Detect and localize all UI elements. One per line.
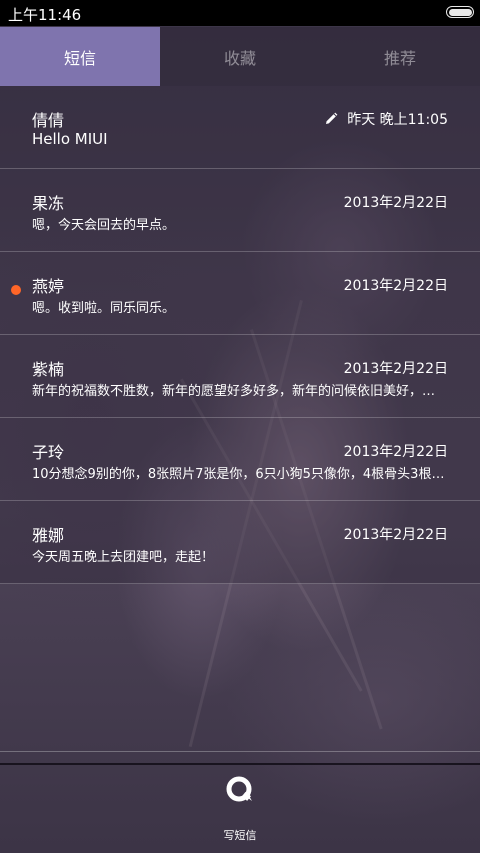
tab-favorites[interactable]: 收藏 (160, 27, 320, 86)
message-preview: 新年的祝福数不胜数，新年的愿望好多好多，新年的问候依旧美好，新年的 (32, 384, 448, 399)
tab-recommended[interactable]: 推荐 (320, 27, 480, 86)
compose-button[interactable]: 写短信 (190, 768, 290, 848)
battery-icon (446, 6, 474, 18)
contact-name: 倩倩 (32, 111, 65, 130)
contact-name: 燕婷 (32, 277, 65, 296)
message-item-ziling[interactable]: 子玲 2013年2月22日 10分想念9别的你，8张照片7张是你，6只小狗5只像… (0, 418, 480, 501)
message-item-guodong[interactable]: 果冻 2013年2月22日 嗯，今天会回去的早点。 (0, 169, 480, 252)
message-list: 倩倩 昨天 晚上11:05 Hello MIUI 果冻 2013年2月22日 嗯… (0, 86, 480, 584)
bottom-divider (0, 751, 480, 752)
message-preview: Hello MIUI (32, 130, 108, 148)
message-item-yanting[interactable]: 燕婷 2013年2月22日 嗯。收到啦。同乐同乐。 (0, 252, 480, 335)
compose-label: 写短信 (223, 829, 257, 842)
battery-fill (448, 8, 472, 16)
compose-message-icon (226, 776, 252, 802)
status-bar: 上午11:46 (0, 0, 480, 26)
message-preview: 嗯。收到啦。同乐同乐。 (32, 301, 176, 316)
message-time: 2013年2月22日 (343, 444, 448, 460)
message-preview: 今天周五晚上去团建吧，走起！ (32, 550, 215, 565)
message-item-zinan[interactable]: 紫楠 2013年2月22日 新年的祝福数不胜数，新年的愿望好多好多，新年的问候依… (0, 335, 480, 418)
contact-name: 子玲 (32, 443, 65, 462)
message-time: 2013年2月22日 (343, 527, 448, 543)
bottom-bar-edge (0, 763, 480, 765)
message-time-text: 昨天 晚上11:05 (347, 112, 448, 128)
message-time: 2013年2月22日 (343, 361, 448, 377)
contact-name: 紫楠 (32, 360, 65, 379)
message-item-qianqian[interactable]: 倩倩 昨天 晚上11:05 Hello MIUI (0, 86, 480, 169)
message-time: 2013年2月22日 (343, 278, 448, 294)
unread-indicator (11, 285, 21, 295)
message-item-yana[interactable]: 雅娜 2013年2月22日 今天周五晚上去团建吧，走起！ (0, 501, 480, 584)
message-preview: 10分想念9别的你，8张照片7张是你，6只小狗5只像你，4根骨头3根给你，2 (32, 467, 448, 482)
message-time: 2013年2月22日 (343, 195, 448, 211)
tab-sms[interactable]: 短信 (0, 27, 160, 86)
tab-bar: 短信 收藏 推荐 (0, 27, 480, 86)
message-preview: 嗯，今天会回去的早点。 (32, 218, 176, 233)
pencil-icon (326, 112, 338, 124)
message-time: 昨天 晚上11:05 (324, 109, 448, 129)
contact-name: 雅娜 (32, 526, 65, 545)
contact-name: 果冻 (32, 194, 65, 213)
status-time: 上午11:46 (8, 6, 82, 24)
